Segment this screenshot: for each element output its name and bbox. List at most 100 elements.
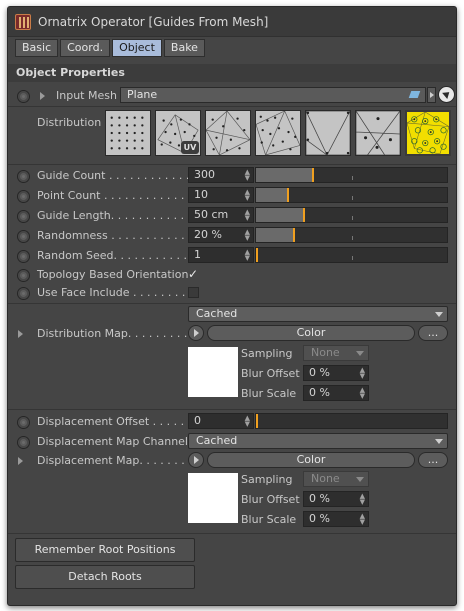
- displacement-more-button[interactable]: ...: [418, 452, 448, 468]
- spinner-arrows-icon[interactable]: ▲ ▼: [245, 415, 250, 428]
- random-seed-label: Random Seed. . . . . . . . . . . . .: [37, 249, 201, 262]
- face-center-icon[interactable]: [355, 110, 401, 156]
- animate-radio-icon[interactable]: [17, 90, 30, 103]
- window-title: Ornatrix Operator [Guides From Mesh]: [38, 15, 269, 29]
- object-menu-arrow-icon[interactable]: [427, 87, 436, 103]
- spinner-arrows-icon[interactable]: ▲ ▼: [245, 189, 250, 202]
- ornatrix-app-icon: [15, 14, 31, 30]
- spinner-arrows-icon[interactable]: ▲ ▼: [245, 249, 250, 262]
- random-seed-field[interactable]: 1 ▲ ▼: [188, 247, 254, 263]
- grid-distribution-icon[interactable]: [105, 110, 151, 156]
- slider-handle[interactable]: [287, 188, 290, 202]
- randomness-slider[interactable]: [255, 227, 448, 243]
- random-face-icon[interactable]: [205, 110, 251, 156]
- slider-handle[interactable]: [256, 414, 258, 428]
- tab-coord[interactable]: Coord.: [60, 39, 111, 57]
- play-arrow-icon[interactable]: [188, 452, 204, 468]
- spinner-arrows-icon[interactable]: ▲ ▼: [245, 229, 250, 242]
- vertex-distribution-icon[interactable]: [305, 110, 351, 156]
- input-mesh-field[interactable]: Plane: [120, 87, 426, 103]
- play-arrow-icon[interactable]: [188, 325, 204, 341]
- divider: [8, 303, 456, 304]
- randomness-value: 20 %: [194, 228, 222, 241]
- point-count-field[interactable]: 10 ▲ ▼: [188, 187, 254, 203]
- distribution-blur-offset-field[interactable]: 0 % ▲ ▼: [303, 365, 369, 381]
- point-count-row: Point Count . . . . . . . . . . . . . . …: [8, 187, 456, 205]
- guide-length-label: Guide Length. . . . . . . . . . . . .: [37, 209, 199, 222]
- face-include-checkbox[interactable]: [188, 287, 199, 298]
- spinner-arrows-icon[interactable]: ▲ ▼: [360, 513, 365, 526]
- slider-tick: [351, 216, 353, 220]
- slider-handle[interactable]: [312, 168, 315, 182]
- displacement-offset-slider[interactable]: [255, 413, 448, 429]
- displacement-map-preview: [188, 473, 238, 523]
- displacement-blur-offset-field[interactable]: 0 % ▲ ▼: [303, 491, 369, 507]
- displacement-color-button[interactable]: Color: [207, 452, 415, 468]
- slider-fill: [256, 188, 289, 202]
- random-face-graphic: [206, 111, 250, 155]
- animate-radio-icon[interactable]: [17, 269, 30, 282]
- expand-triangle-icon[interactable]: [40, 92, 45, 100]
- displacement-blur-scale-value: 0 %: [309, 512, 330, 525]
- random-seed-value: 1: [194, 248, 201, 261]
- animate-radio-icon[interactable]: [17, 230, 30, 243]
- tab-object[interactable]: Object: [112, 39, 162, 57]
- slider-handle[interactable]: [256, 248, 258, 262]
- chevron-down-icon: [435, 312, 443, 317]
- displacement-map-label: Displacement Map. . . . . . . . .: [37, 454, 199, 467]
- tab-bake[interactable]: Bake: [163, 39, 205, 57]
- displacement-map-row: Displacement Map. . . . . . . . . Color …: [8, 452, 456, 470]
- displacement-sampling-value: None: [311, 472, 340, 485]
- displacement-blur-scale-field[interactable]: 0 % ▲ ▼: [303, 511, 369, 527]
- chevron-down-icon: [356, 477, 364, 482]
- spinner-arrows-icon[interactable]: ▲ ▼: [245, 209, 250, 222]
- spinner-arrows-icon[interactable]: ▲ ▼: [360, 387, 365, 400]
- point-count-label: Point Count . . . . . . . . . . . . . .: [37, 189, 199, 202]
- animate-radio-icon[interactable]: [17, 436, 30, 449]
- per-vertex-icon[interactable]: [405, 110, 451, 156]
- distribution-sampling-value: None: [311, 346, 340, 359]
- even-distribution-icon[interactable]: [255, 110, 301, 156]
- distribution-map-mode-value: Cached: [196, 307, 238, 320]
- pick-object-icon[interactable]: [438, 86, 455, 103]
- animate-radio-icon[interactable]: [17, 170, 30, 183]
- spinner-arrows-icon[interactable]: ▲ ▼: [360, 493, 365, 506]
- per-vertex-graphic: [407, 112, 449, 154]
- uv-distribution-icon[interactable]: UV: [155, 110, 201, 156]
- guide-length-field[interactable]: 50 cm ▲ ▼: [188, 207, 254, 223]
- spinner-arrows-icon[interactable]: ▲ ▼: [360, 367, 365, 380]
- distribution-more-button[interactable]: ...: [418, 325, 448, 341]
- distribution-color-button[interactable]: Color: [207, 325, 415, 341]
- expand-triangle-icon[interactable]: [18, 330, 23, 338]
- animate-radio-icon[interactable]: [17, 416, 30, 429]
- point-count-value: 10: [194, 188, 208, 201]
- distribution-map-mode-dropdown[interactable]: Cached: [188, 306, 448, 322]
- random-seed-slider[interactable]: [255, 247, 448, 263]
- animate-radio-icon[interactable]: [17, 190, 30, 203]
- topology-checkbox[interactable]: ✓: [188, 268, 199, 280]
- detach-roots-button[interactable]: Detach Roots: [15, 565, 195, 589]
- randomness-field[interactable]: 20 % ▲ ▼: [188, 227, 254, 243]
- slider-tick: [351, 176, 353, 180]
- ornatrix-operator-window: Ornatrix Operator [Guides From Mesh] Bas…: [7, 6, 457, 606]
- point-count-slider[interactable]: [255, 187, 448, 203]
- guide-count-slider[interactable]: [255, 167, 448, 183]
- tab-basic[interactable]: Basic: [15, 39, 59, 57]
- displacement-offset-field[interactable]: 0 ▲ ▼: [188, 413, 254, 429]
- displacement-channel-dropdown[interactable]: Cached: [188, 433, 448, 449]
- spinner-arrows-icon[interactable]: ▲ ▼: [245, 169, 250, 182]
- vertex-distribution-graphic: [306, 111, 350, 155]
- remember-root-positions-button[interactable]: Remember Root Positions: [15, 538, 195, 562]
- expand-triangle-icon[interactable]: [18, 457, 23, 465]
- animate-radio-icon[interactable]: [17, 287, 30, 300]
- slider-handle[interactable]: [302, 208, 305, 222]
- animate-radio-icon[interactable]: [17, 250, 30, 263]
- guide-length-slider[interactable]: [255, 207, 448, 223]
- animate-radio-icon[interactable]: [17, 210, 30, 223]
- divider: [8, 533, 456, 534]
- displacement-offset-value: 0: [194, 414, 201, 427]
- distribution-blur-scale-field[interactable]: 0 % ▲ ▼: [303, 385, 369, 401]
- guide-count-field[interactable]: 300 ▲ ▼: [188, 167, 254, 183]
- slider-handle[interactable]: [293, 228, 296, 242]
- section-title: Object Properties: [8, 64, 456, 82]
